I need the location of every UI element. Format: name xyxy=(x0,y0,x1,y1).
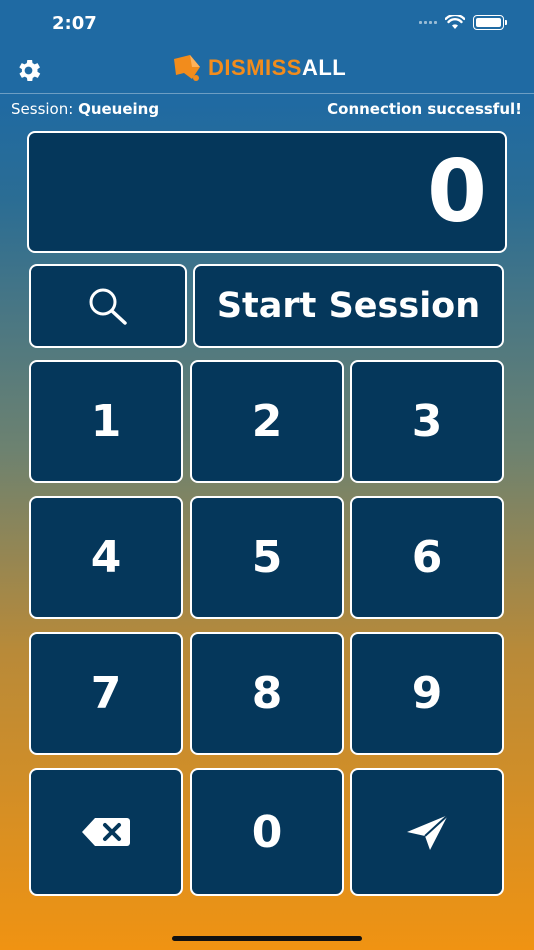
keypad-8-button[interactable]: 8 xyxy=(190,632,344,755)
status-bar: 2:07 xyxy=(0,0,534,50)
keypad-5-button[interactable]: 5 xyxy=(190,496,344,619)
status-time: 2:07 xyxy=(52,13,97,34)
wifi-icon xyxy=(445,15,465,29)
home-indicator[interactable] xyxy=(172,936,362,941)
cellular-signal-icon xyxy=(419,21,437,24)
number-display: 0 xyxy=(27,131,507,253)
search-icon xyxy=(89,288,127,325)
bell-logo-icon xyxy=(174,55,200,81)
app-logo: DISMISSALL xyxy=(170,53,346,83)
search-button[interactable] xyxy=(29,264,187,348)
send-paper-plane-icon xyxy=(407,814,449,850)
backspace-button[interactable] xyxy=(29,768,183,896)
keypad-2-button[interactable]: 2 xyxy=(190,360,344,483)
settings-gear-icon[interactable] xyxy=(14,56,43,85)
keypad-1-button[interactable]: 1 xyxy=(29,360,183,483)
battery-icon xyxy=(473,15,507,30)
keypad-0-button[interactable]: 0 xyxy=(190,768,344,896)
connection-status: Connection successful! xyxy=(327,100,522,118)
keypad-3-button[interactable]: 3 xyxy=(350,360,504,483)
session-prefix: Session: xyxy=(11,100,79,118)
send-button[interactable] xyxy=(350,768,504,896)
session-value: Queueing xyxy=(78,100,160,118)
keypad-4-button[interactable]: 4 xyxy=(29,496,183,619)
backspace-icon xyxy=(82,818,130,846)
session-status: Session: Queueing xyxy=(11,100,159,118)
app-header: DISMISSALL xyxy=(0,48,534,94)
start-session-button[interactable]: Start Session xyxy=(193,264,504,348)
keypad-9-button[interactable]: 9 xyxy=(350,632,504,755)
keypad-6-button[interactable]: 6 xyxy=(350,496,504,619)
status-icons xyxy=(419,15,507,30)
display-value: 0 xyxy=(427,142,487,242)
logo-wordmark: DISMISSALL xyxy=(208,55,347,80)
keypad-7-button[interactable]: 7 xyxy=(29,632,183,755)
